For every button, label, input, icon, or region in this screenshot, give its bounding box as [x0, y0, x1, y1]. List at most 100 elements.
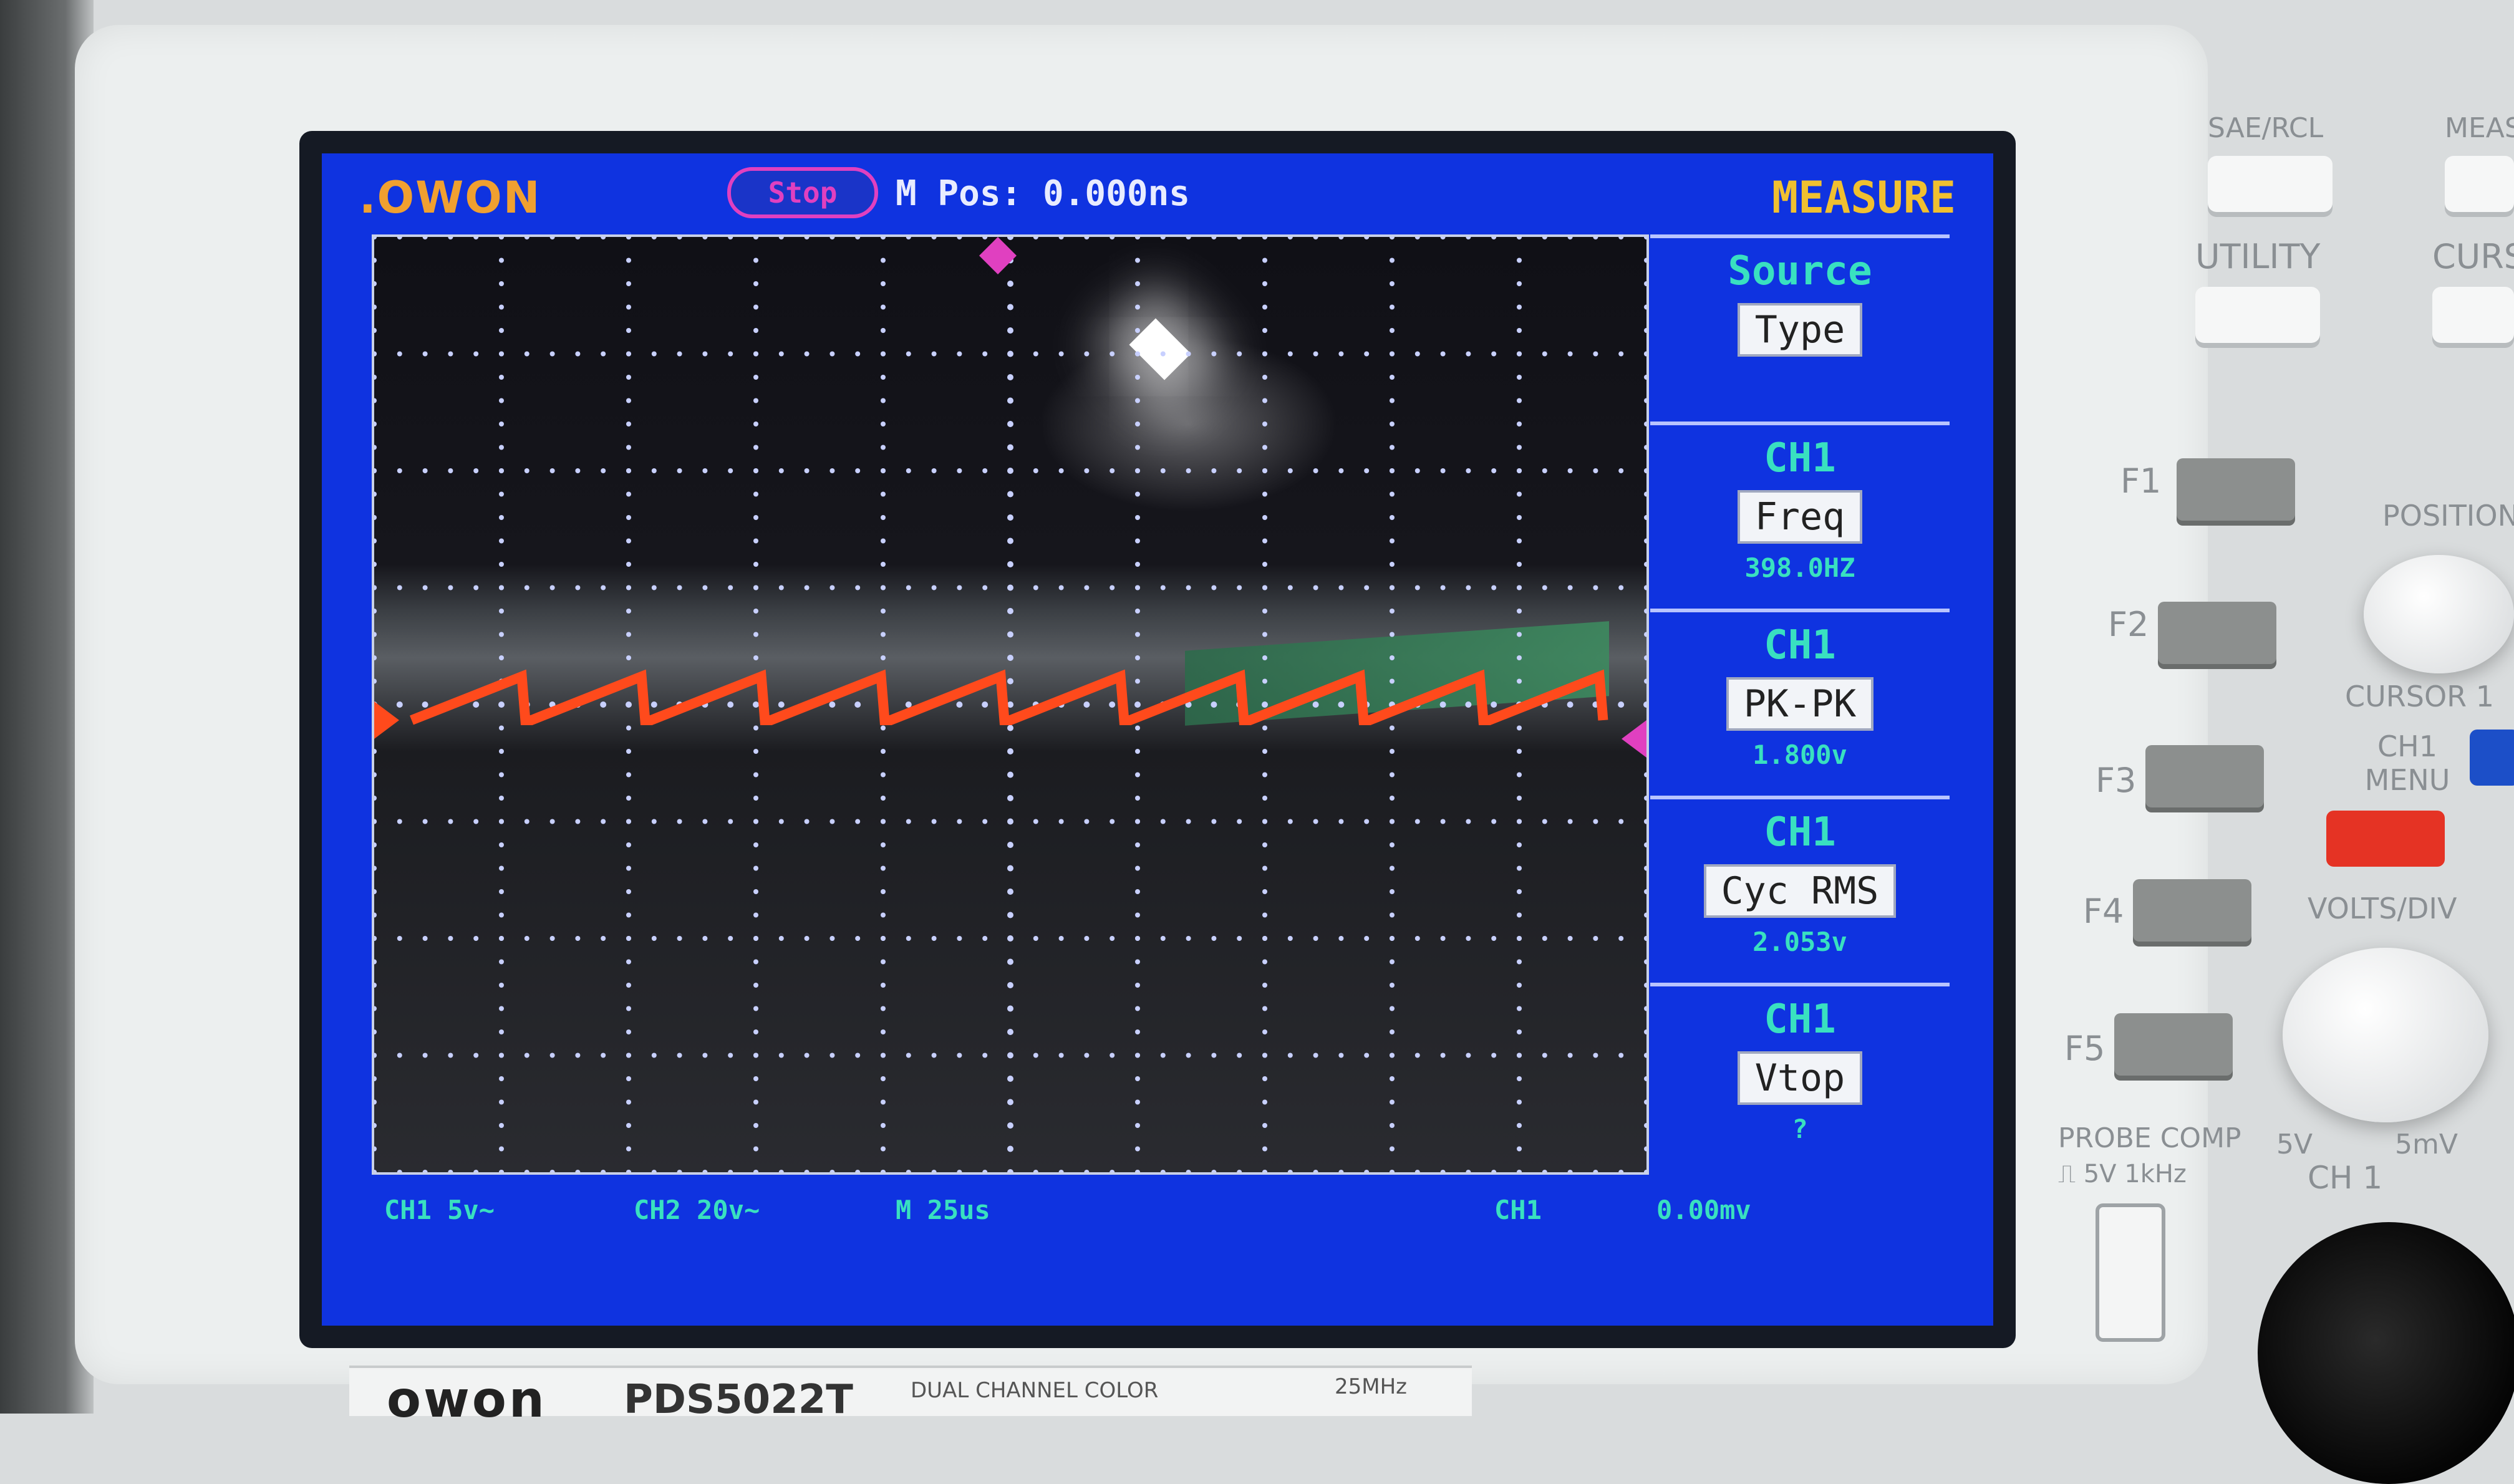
- top-bar: .OWON Stop M Pos: 0.000ns MEASURE: [322, 153, 1993, 228]
- grid-dot: [1364, 468, 1370, 473]
- grid-dot: [626, 1123, 631, 1128]
- measure-slot-source[interactable]: Source Type: [1650, 234, 1950, 413]
- grid-dot: [1517, 375, 1522, 380]
- grid-dot: [498, 701, 505, 708]
- grid-dot: [397, 237, 402, 239]
- measure-slot-vtop[interactable]: CH1 Vtop ?: [1650, 983, 1950, 1161]
- grid-dot: [957, 936, 962, 941]
- measure-cycrms-button[interactable]: Cyc RMS: [1703, 864, 1897, 918]
- grid-dot: [1058, 1170, 1064, 1172]
- grid-dot: [651, 351, 657, 357]
- grid-dot: [626, 796, 631, 801]
- status-bar: CH1 5v~ CH2 20v~ M 25us CH1 0.00mv: [372, 1188, 1931, 1238]
- grid-dot: [448, 1170, 453, 1172]
- grid-dot: [626, 237, 631, 239]
- grid-dot: [1618, 701, 1625, 708]
- measure-vtop-button[interactable]: Vtop: [1737, 1051, 1863, 1105]
- grid-dot: [1033, 819, 1038, 824]
- grid-dot: [906, 351, 911, 357]
- ch2-menu-button[interactable]: [2470, 730, 2514, 786]
- grid-dot: [1262, 632, 1267, 637]
- probe-comp-terminal[interactable]: [2096, 1203, 2165, 1342]
- f3-button[interactable]: [2145, 745, 2264, 807]
- grid-dot: [1466, 1170, 1471, 1172]
- grid-dot: [1007, 281, 1013, 287]
- grid-dot: [626, 889, 631, 894]
- grid-dot: [1262, 819, 1267, 824]
- grid-dot: [753, 1053, 758, 1058]
- grid-dot: [1517, 351, 1522, 357]
- measure-freq-button[interactable]: Freq: [1737, 490, 1863, 544]
- grid-dot: [499, 865, 504, 871]
- grid-dot: [1491, 819, 1497, 824]
- grid-dot: [1262, 936, 1267, 941]
- grid-dot: [626, 865, 631, 871]
- grid-dot: [1033, 1053, 1038, 1058]
- grid-dot: [1567, 351, 1573, 357]
- grid-dot: [448, 468, 453, 473]
- grid-dot: [829, 701, 836, 708]
- measure-slot-pkpk[interactable]: CH1 PK-PK 1.800v: [1650, 609, 1950, 787]
- measure-slot-freq[interactable]: CH1 Freq 398.0HZ: [1650, 422, 1950, 600]
- measure-type-button[interactable]: Type: [1737, 303, 1863, 357]
- grid-dot: [753, 1123, 758, 1128]
- grid-dot: [1211, 468, 1217, 473]
- grid-dot: [374, 375, 377, 380]
- grid-dot: [1135, 632, 1140, 637]
- position-knob[interactable]: [2364, 555, 2514, 673]
- sae-rcl-button[interactable]: [2208, 156, 2333, 212]
- grid-dot: [1312, 701, 1319, 708]
- volts-div-knob[interactable]: [2283, 948, 2488, 1122]
- grid-dot: [1135, 1053, 1140, 1058]
- measure-pkpk-button[interactable]: PK-PK: [1726, 677, 1874, 731]
- f2-button[interactable]: [2158, 602, 2276, 664]
- grid-dot: [1517, 819, 1522, 824]
- grid-dot: [1618, 351, 1624, 357]
- grid-dot: [1008, 1053, 1013, 1058]
- grid-dot: [881, 1053, 886, 1058]
- grid-dot: [1135, 1170, 1140, 1172]
- ch1-menu-label: CH1 MENU: [2364, 730, 2450, 797]
- grid-dot: [829, 1170, 835, 1172]
- ch1-menu-button[interactable]: [2326, 811, 2445, 867]
- grid-dot: [1287, 936, 1293, 941]
- utility-button[interactable]: [2195, 287, 2320, 343]
- model-description: DUAL CHANNEL COLOR: [911, 1378, 1159, 1403]
- grid-dot: [1517, 398, 1522, 403]
- grid-dot: [601, 237, 606, 239]
- grid-dot: [1618, 819, 1624, 824]
- grid-dot: [422, 468, 428, 473]
- grid-dot: [374, 1006, 377, 1011]
- ch1-bnc-connector[interactable]: [2258, 1222, 2514, 1484]
- grid-dot: [626, 983, 631, 988]
- grid-dot: [1007, 1145, 1013, 1152]
- f4-button[interactable]: [2133, 879, 2251, 942]
- grid-dot: [931, 351, 937, 357]
- grid-dot: [1007, 608, 1013, 614]
- grid-dot: [1517, 328, 1522, 333]
- grid-dot: [626, 749, 631, 754]
- measure-hw-button[interactable]: [2445, 156, 2514, 212]
- grid-dot: [1618, 1053, 1624, 1058]
- f1-button[interactable]: [2177, 458, 2295, 521]
- grid-dot: [753, 912, 758, 918]
- grid-dot: [1644, 1076, 1646, 1081]
- grid-dot: [728, 1053, 733, 1058]
- grid-dot: [855, 351, 861, 357]
- grid-dot: [1517, 725, 1522, 731]
- grid-dot: [1390, 912, 1395, 918]
- f5-button[interactable]: [2114, 1013, 2233, 1076]
- grid-dot: [1364, 1170, 1370, 1172]
- m-pos-readout: M Pos: 0.000ns: [896, 173, 1191, 214]
- grid-dot: [626, 304, 631, 310]
- measure-slot-cycrms[interactable]: CH1 Cyc RMS 2.053v: [1650, 796, 1950, 974]
- grid-dot: [1644, 1123, 1646, 1128]
- grid-dot: [1033, 351, 1038, 357]
- cursor-button[interactable]: [2432, 287, 2514, 343]
- grid-dot: [626, 1029, 631, 1034]
- grid-dot: [1644, 678, 1646, 684]
- grid-dot: [374, 796, 377, 801]
- grid-dot: [651, 819, 657, 824]
- grid-dot: [1007, 865, 1013, 872]
- grid-dot: [753, 772, 758, 778]
